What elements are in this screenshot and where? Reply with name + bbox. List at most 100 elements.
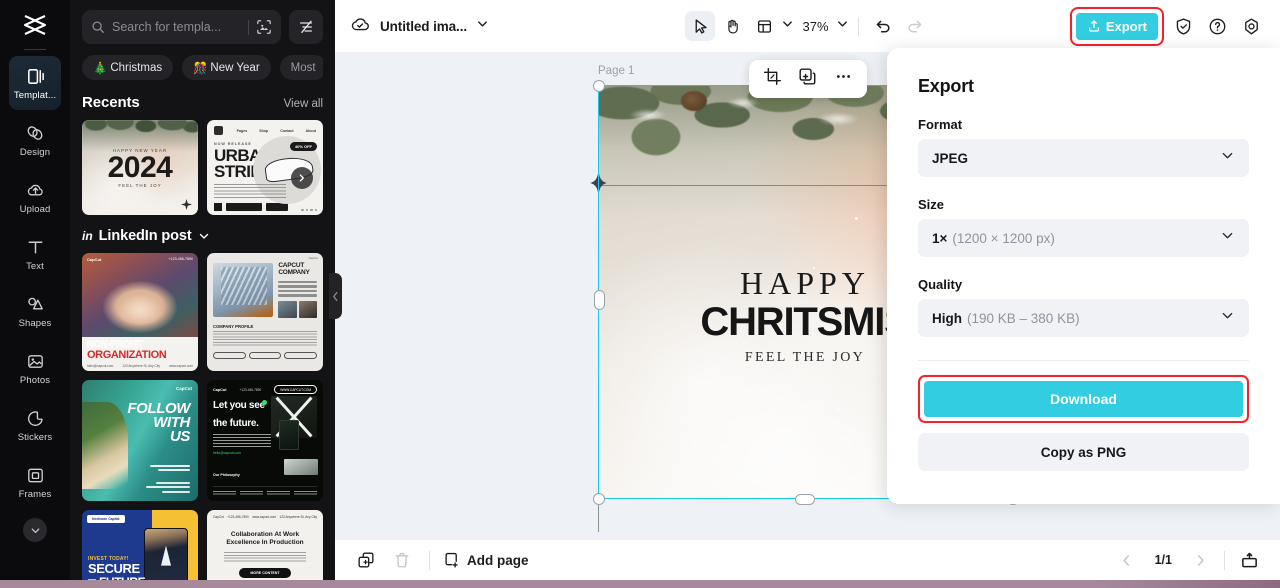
template-text: 123 Anywhere St, Any City	[279, 515, 317, 519]
select-tool-button[interactable]	[685, 11, 716, 41]
delete-page-button[interactable]	[387, 545, 417, 575]
size-select[interactable]: 1× (1200 × 1200 px)	[918, 219, 1249, 257]
chevron-right-icon	[299, 174, 304, 182]
document-title[interactable]: Untitled ima...	[380, 19, 467, 34]
panel-collapse-handle[interactable]	[329, 273, 342, 319]
more-options-icon[interactable]	[834, 67, 853, 91]
duplicate-page-icon	[358, 552, 374, 568]
size-value: 1×	[932, 230, 948, 246]
download-button[interactable]: Download	[924, 381, 1243, 417]
template-text: Excellence In Production	[226, 538, 304, 546]
recents-view-all-link[interactable]: View all	[284, 98, 323, 110]
carousel-next-button[interactable]	[291, 167, 313, 189]
cloud-saved-icon[interactable]	[349, 13, 371, 40]
hand-tool-button[interactable]	[717, 11, 747, 41]
template-photo	[213, 263, 274, 317]
layout-dropdown-chevron[interactable]	[781, 17, 794, 35]
template-photo	[279, 420, 299, 450]
chip-most[interactable]: Most	[279, 55, 323, 80]
chip-new-year[interactable]: 🎊 New Year	[182, 55, 271, 80]
chip-christmas[interactable]: 🎄 Christmas	[82, 55, 174, 80]
search-input[interactable]: Search for templa...	[82, 10, 281, 44]
next-page-button[interactable]	[1185, 545, 1215, 575]
page-indicator: 1/1	[1154, 553, 1172, 567]
sidebar-item-design[interactable]: Design	[9, 113, 61, 167]
template-card-let-you-see-the-future[interactable]: CapCut +123-456-7890 WWW.CAPCUT.COM Let …	[207, 380, 323, 501]
template-text: US	[169, 427, 190, 445]
page-label: Page 1	[598, 65, 635, 77]
template-text: 40% OFF	[289, 142, 317, 151]
chevron-left-icon	[333, 291, 338, 301]
quality-select[interactable]: High (190 KB – 380 KB)	[918, 299, 1249, 337]
settings-button[interactable]	[1236, 11, 1266, 41]
sidebar-item-frames[interactable]: Frames	[9, 455, 61, 509]
template-text: Pages	[236, 128, 248, 133]
layout-tool-button[interactable]	[749, 11, 779, 41]
resize-handle-bottom[interactable]	[795, 493, 815, 505]
format-label: Format	[918, 117, 963, 132]
linkedin-icon: in	[82, 229, 93, 243]
resize-handle-left[interactable]	[593, 290, 605, 310]
chevron-down-icon[interactable]	[198, 230, 210, 242]
copy-as-png-button[interactable]: Copy as PNG	[918, 433, 1249, 471]
sidebar-item-shapes[interactable]: Shapes	[9, 284, 61, 338]
template-card-invest-today[interactable]: Nexttown Capital INVEST TODAY! SECURE FU…	[82, 510, 198, 588]
zoom-dropdown-chevron[interactable]	[836, 17, 849, 35]
export-button[interactable]: Export	[1075, 12, 1158, 40]
templates-panel: Search for templa... 🎄 Christmas 🎊 New Y…	[70, 0, 335, 588]
sidebar-item-label: Templat...	[13, 89, 57, 101]
help-button[interactable]	[1202, 11, 1232, 41]
template-text: CapCut	[213, 515, 224, 519]
sidebar-item-text[interactable]: Text	[9, 227, 61, 281]
undo-button[interactable]	[868, 11, 898, 41]
sidebar-item-photos[interactable]: Photos	[9, 341, 61, 395]
template-text: hello@capcut.com	[213, 451, 241, 455]
photos-icon	[25, 351, 46, 372]
title-dropdown-chevron[interactable]	[476, 17, 489, 35]
sidebar-item-stickers[interactable]: Stickers	[9, 398, 61, 452]
capcut-logo[interactable]	[14, 8, 56, 42]
linkedin-header: in LinkedIn post	[70, 215, 335, 253]
trash-icon	[395, 552, 409, 568]
template-card-capcut-company[interactable]: CapCut CAPCUT COMPANY COMPANY PROFILE	[207, 253, 323, 371]
redo-button[interactable]	[900, 11, 930, 41]
crop-icon[interactable]	[763, 67, 782, 91]
template-card-2024[interactable]: HAPPY NEW YEAR 2024 FEEL THE JOY	[82, 120, 198, 215]
sidebar-item-label: Design	[19, 146, 51, 158]
sidebar-item-label: Text	[26, 260, 44, 272]
zoom-level[interactable]: 37%	[802, 19, 828, 34]
image-search-icon[interactable]	[256, 19, 272, 35]
template-body-lines	[214, 184, 286, 200]
sidebar-item-upload[interactable]: Upload	[9, 170, 61, 224]
template-text: COMPANY PROFILE	[213, 323, 254, 329]
chip-emoji: 🎊	[193, 62, 208, 75]
duplicate-page-button[interactable]	[351, 545, 381, 575]
template-body-lines	[213, 330, 317, 347]
export-button-label: Export	[1105, 18, 1147, 34]
template-text: Nexttown Capital	[87, 515, 125, 523]
floating-object-toolbar	[749, 60, 867, 98]
template-text: Shop	[259, 128, 269, 133]
template-text: 2024	[107, 150, 173, 184]
format-select[interactable]: JPEG	[918, 139, 1249, 177]
sparkle-icon	[181, 199, 192, 210]
template-card-collaboration[interactable]: CapCut +123-456-7890 www.capcut.com 123 …	[207, 510, 323, 588]
resize-handle-bottom-left[interactable]	[593, 493, 605, 505]
filter-button[interactable]	[289, 10, 323, 44]
present-button[interactable]	[1234, 545, 1264, 575]
chevron-down-icon	[1220, 228, 1235, 248]
template-card-follow-with-us[interactable]: CapCut FOLLOW WITH US	[82, 380, 198, 501]
previous-page-button[interactable]	[1112, 545, 1142, 575]
template-decor-dot	[262, 400, 267, 405]
template-card-urban-stride[interactable]: Pages Shop Contact About 40% OFF NOW REL…	[207, 120, 323, 215]
template-card-non-profit[interactable]: CapCut +123-456-7890 NON-PROFIT ORGANIZA…	[82, 253, 198, 371]
sidebar-item-templates[interactable]: Templat...	[9, 56, 61, 110]
resize-handle-top-left[interactable]	[593, 80, 605, 92]
design-icon	[25, 123, 46, 144]
rail-expand-more-button[interactable]	[23, 518, 47, 542]
add-page-button[interactable]: Add page	[442, 551, 529, 569]
shield-button[interactable]	[1168, 11, 1198, 41]
size-detail: (1200 × 1200 px)	[952, 230, 1055, 246]
chevron-down-icon	[783, 21, 793, 27]
duplicate-icon[interactable]	[798, 67, 817, 91]
